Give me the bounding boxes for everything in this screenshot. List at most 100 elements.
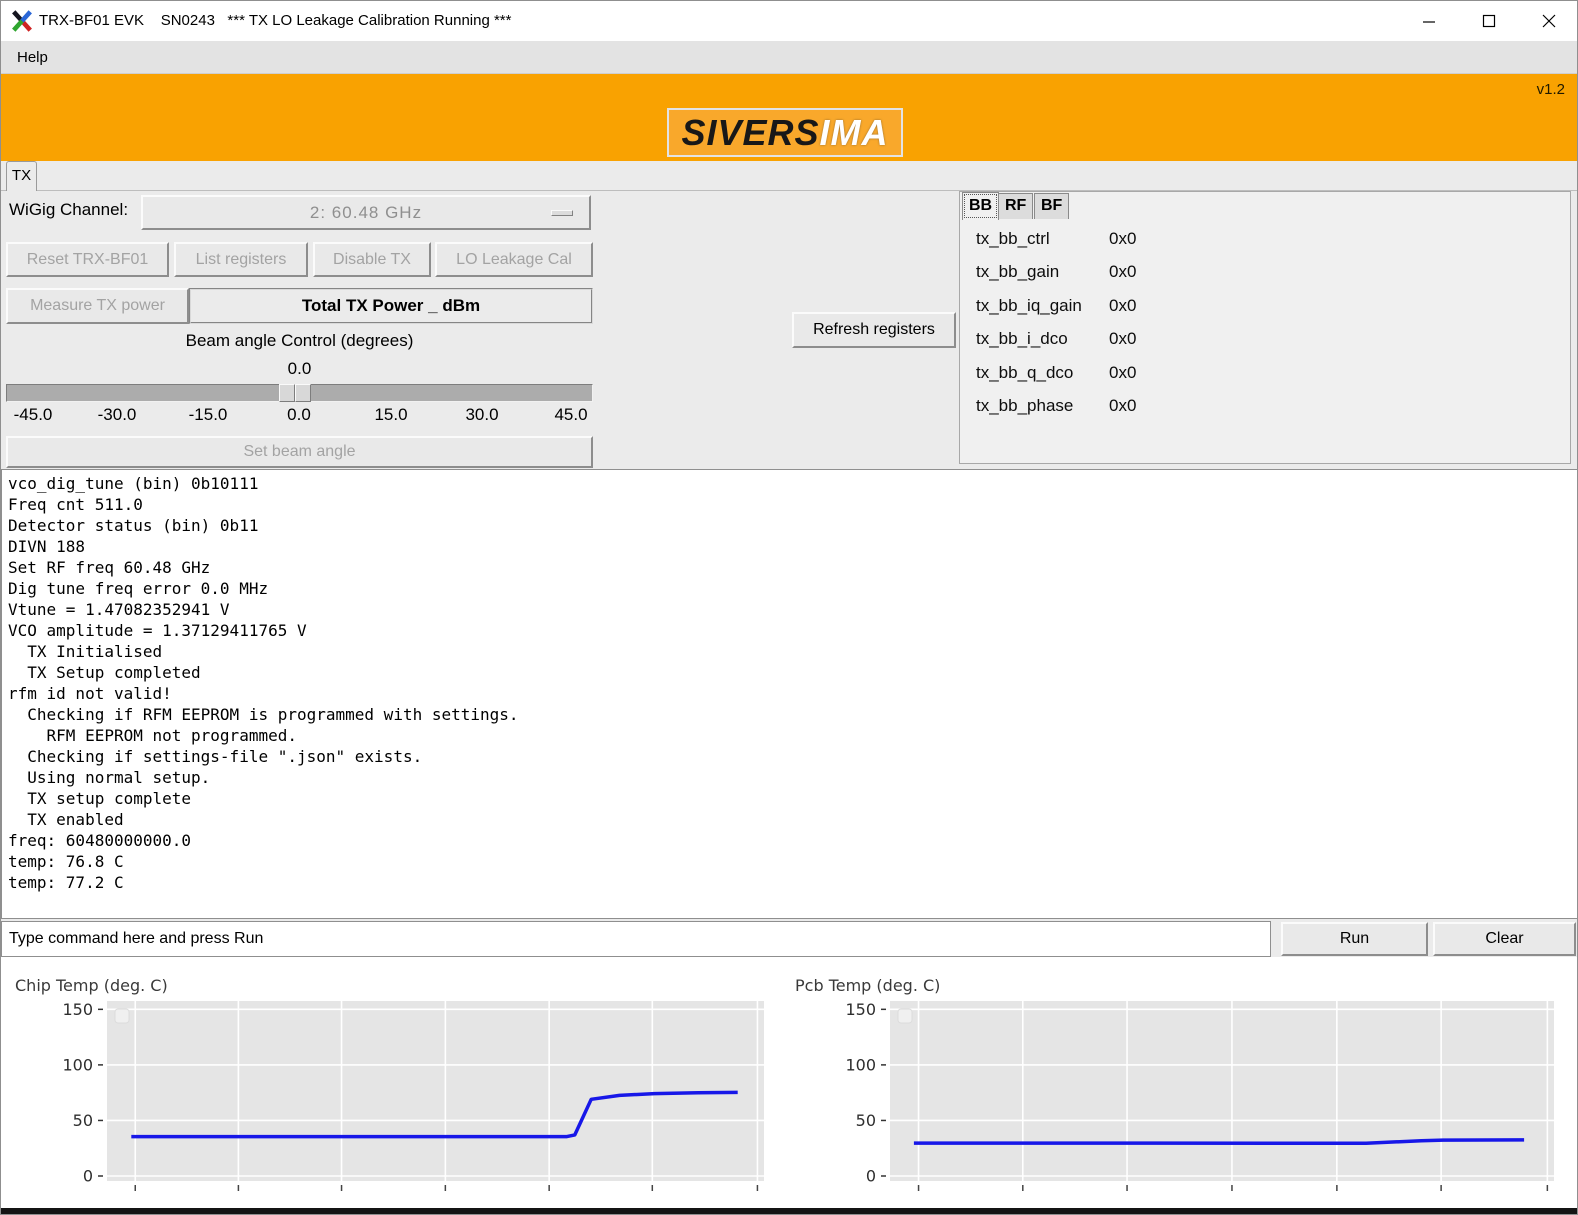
brand-banner: v1.2 SIVERSIMA: [1, 74, 1578, 161]
beam-tick-label: -15.0: [163, 405, 253, 425]
wigig-channel-dropdown[interactable]: 2: 60.48 GHz: [141, 195, 591, 230]
console-line: RFM EEPROM not programmed.: [8, 725, 1572, 746]
app-window: TRX-BF01 EVK SN0243 *** TX LO Leakage Ca…: [0, 0, 1578, 1215]
register-row-tx-bb-phase: tx_bb_phase 0x0: [976, 396, 1136, 416]
console-line: Freq cnt 511.0: [8, 494, 1572, 515]
legend-placeholder: [115, 1009, 129, 1023]
console-line: Set RF freq 60.48 GHz: [8, 557, 1572, 578]
register-value: 0x0: [1109, 396, 1136, 416]
console-line: DIVN 188: [8, 536, 1572, 557]
menubar: Help: [1, 41, 1578, 74]
beam-tick-label: 0.0: [254, 405, 344, 425]
tx-power-readout: Total TX Power _ dBm: [189, 288, 593, 324]
dropdown-indicator-icon: [551, 210, 573, 216]
console-line: TX Initialised: [8, 641, 1572, 662]
chart-title: Pcb Temp (deg. C): [795, 976, 940, 995]
minimize-button[interactable]: [1406, 1, 1452, 41]
beam-tick-label: 45.0: [526, 405, 616, 425]
version-label: v1.2: [1537, 81, 1565, 98]
chip-temp-chart: 0 50 100 150 Chip Temp (deg. C): [1, 963, 791, 1208]
run-button[interactable]: Run: [1281, 922, 1428, 956]
lo-leakage-cal-button[interactable]: LO Leakage Cal: [435, 242, 593, 277]
refresh-registers-button[interactable]: Refresh registers: [792, 312, 956, 348]
measure-tx-power-button[interactable]: Measure TX power: [6, 288, 189, 324]
register-row-tx-bb-q-dco: tx_bb_q_dco 0x0: [976, 363, 1136, 383]
register-name: tx_bb_iq_gain: [976, 296, 1109, 316]
tab-rf[interactable]: RF: [998, 193, 1033, 219]
tab-bb[interactable]: BB: [962, 192, 999, 220]
maximize-button[interactable]: [1466, 1, 1512, 41]
list-registers-button[interactable]: List registers: [174, 242, 308, 277]
close-icon: [1542, 14, 1556, 28]
beam-tick-label: 30.0: [437, 405, 527, 425]
register-row-tx-bb-gain: tx_bb_gain 0x0: [976, 262, 1136, 282]
siversima-logo: SIVERSIMA: [667, 108, 903, 157]
beam-tick-label: -45.0: [0, 405, 78, 425]
console-line: vco_dig_tune (bin) 0b10111: [8, 473, 1572, 494]
register-value: 0x0: [1109, 329, 1136, 349]
register-value: 0x0: [1109, 262, 1136, 282]
register-row-tx-bb-ctrl: tx_bb_ctrl 0x0: [976, 229, 1136, 249]
y-tick-label: 150: [62, 1000, 93, 1019]
register-value: 0x0: [1109, 363, 1136, 383]
register-row-tx-bb-iq-gain: tx_bb_iq_gain 0x0: [976, 296, 1136, 316]
beam-tick-label: 15.0: [346, 405, 436, 425]
console-line: rfm id not valid!: [8, 683, 1572, 704]
minimize-icon: [1422, 14, 1436, 28]
console-line: TX setup complete: [8, 788, 1572, 809]
plot-area: [890, 1001, 1554, 1181]
plot-area: [107, 1001, 764, 1181]
command-input[interactable]: Type command here and press Run: [1, 921, 1271, 957]
register-value: 0x0: [1109, 229, 1136, 249]
bottom-clipped-bar: [1, 1208, 1578, 1215]
chart-title: Chip Temp (deg. C): [15, 976, 168, 995]
y-tick-label: 100: [845, 1055, 876, 1074]
tab-bf[interactable]: BF: [1034, 193, 1069, 219]
titlebar: TRX-BF01 EVK SN0243 *** TX LO Leakage Ca…: [1, 1, 1578, 41]
console-line: TX Setup completed: [8, 662, 1572, 683]
reset-trx-bf01-button[interactable]: Reset TRX-BF01: [6, 242, 169, 277]
legend-placeholder: [898, 1009, 912, 1023]
console-line: temp: 76.8 C: [8, 851, 1572, 872]
y-tick-label: 0: [866, 1167, 876, 1186]
app-logo-icon: [11, 10, 33, 32]
disable-tx-button[interactable]: Disable TX: [313, 242, 431, 277]
clear-button[interactable]: Clear: [1433, 922, 1576, 956]
y-tick-label: 100: [62, 1055, 93, 1074]
register-name: tx_bb_ctrl: [976, 229, 1109, 249]
register-name: tx_bb_i_dco: [976, 329, 1109, 349]
console-line: temp: 77.2 C: [8, 872, 1572, 893]
logo-text-ima: IMA: [820, 112, 889, 154]
console-output[interactable]: vco_dig_tune (bin) 0b10111 Freq cnt 511.…: [1, 469, 1578, 919]
register-value: 0x0: [1109, 296, 1136, 316]
wigig-channel-value: 2: 60.48 GHz: [310, 203, 422, 223]
y-tick-label: 50: [73, 1111, 93, 1130]
console-line: VCO amplitude = 1.37129411765 V: [8, 620, 1572, 641]
maximize-icon: [1482, 14, 1496, 28]
console-line: freq: 60480000000.0: [8, 830, 1572, 851]
console-line: Checking if settings-file ".json" exists…: [8, 746, 1572, 767]
close-button[interactable]: [1526, 1, 1572, 41]
register-name: tx_bb_gain: [976, 262, 1109, 282]
window-title: TRX-BF01 EVK SN0243 *** TX LO Leakage Ca…: [39, 1, 511, 41]
beam-angle-label: Beam angle Control (degrees): [6, 331, 593, 351]
menu-help[interactable]: Help: [11, 41, 54, 74]
pcb-temp-chart: 0 50 100 150 Pcb Temp (deg. C): [781, 963, 1578, 1208]
logo-text-sivers: SIVERS: [681, 112, 819, 154]
register-name: tx_bb_q_dco: [976, 363, 1109, 383]
console-line: Using normal setup.: [8, 767, 1572, 788]
y-tick-label: 50: [856, 1111, 876, 1130]
wigig-channel-label: WiGig Channel:: [9, 200, 128, 220]
y-tick-label: 0: [83, 1167, 93, 1186]
console-line: TX enabled: [8, 809, 1572, 830]
beam-angle-slider-handle[interactable]: [279, 384, 311, 402]
y-tick-label: 150: [845, 1000, 876, 1019]
console-line: Detector status (bin) 0b11: [8, 515, 1572, 536]
console-line: Vtune = 1.47082352941 V: [8, 599, 1572, 620]
beam-tick-label: -30.0: [72, 405, 162, 425]
set-beam-angle-button[interactable]: Set beam angle: [6, 436, 593, 468]
register-name: tx_bb_phase: [976, 396, 1109, 416]
register-row-tx-bb-i-dco: tx_bb_i_dco 0x0: [976, 329, 1136, 349]
tab-tx[interactable]: TX: [6, 161, 37, 191]
console-line: Dig tune freq error 0.0 MHz: [8, 578, 1572, 599]
